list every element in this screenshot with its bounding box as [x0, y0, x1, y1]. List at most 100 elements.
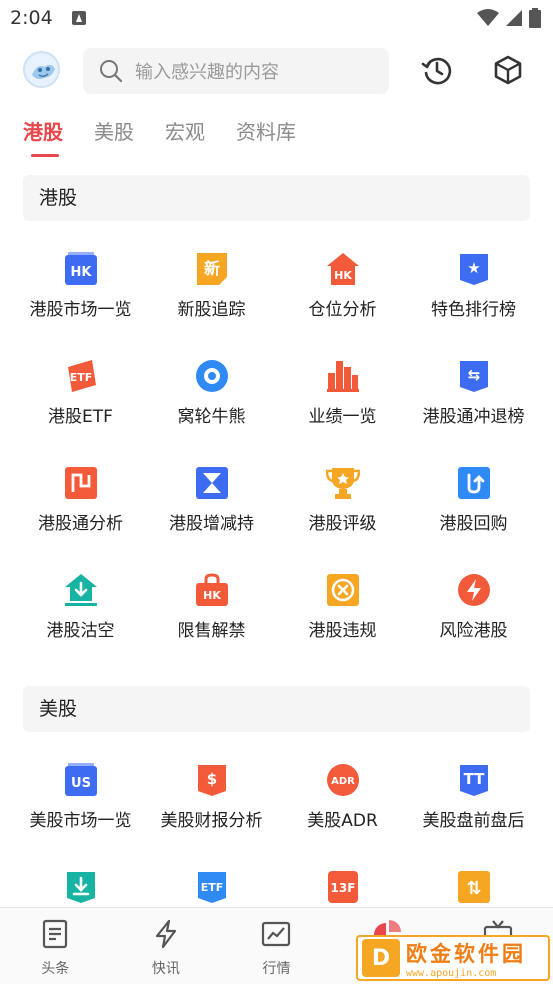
hk-tool-item[interactable]: 港股通分析: [15, 464, 146, 571]
star-ribbon-icon: ★: [457, 252, 491, 286]
hk-tool-label: 特色排行榜: [431, 300, 516, 320]
watermark-name: 欧金软件园: [406, 941, 526, 966]
search-bar[interactable]: 输入感兴趣的内容: [83, 48, 389, 94]
wifi-icon: [477, 9, 499, 26]
hk-tool-label: 港股ETF: [48, 407, 113, 427]
tab-hk[interactable]: 港股: [23, 116, 63, 157]
hk-tool-label: 窝轮牛熊: [177, 407, 246, 427]
nav-label: 快讯: [151, 961, 180, 977]
hk-tool-item[interactable]: ⇆ 港股通冲退榜: [408, 357, 539, 464]
nav-item[interactable]: 行情: [221, 908, 332, 984]
hk-tool-item[interactable]: ★ 特色排行榜: [408, 250, 539, 357]
svg-text:ETF: ETF: [69, 371, 92, 384]
hk-tool-item[interactable]: 港股违规: [277, 571, 408, 678]
clock-history-icon: [421, 57, 452, 85]
hk-tool-label: 仓位分析: [308, 300, 377, 320]
svg-text:ADR: ADR: [331, 776, 355, 787]
us-tool-item[interactable]: ADR 美股ADR: [277, 761, 408, 868]
hk-tool-item[interactable]: 业绩一览: [277, 357, 408, 464]
refresh-square-icon: [457, 466, 491, 500]
svg-text:13F: 13F: [330, 881, 355, 895]
hk-house-icon: HK: [326, 252, 360, 286]
nav-label: 行情: [262, 961, 291, 977]
watermark-logo: D: [362, 939, 400, 977]
hk-tool-label: 风险港股: [439, 621, 508, 641]
ring-icon: [195, 359, 229, 393]
exchange-ribbon-icon: ⇆: [457, 359, 491, 393]
etf-ribbon-icon: ETF: [195, 870, 229, 904]
watermark: D 欧金软件园 www.apoujin.com: [356, 935, 550, 981]
hk-tool-item[interactable]: 新新股追踪: [146, 250, 277, 357]
us-square-icon: US: [64, 763, 98, 797]
hk-tool-label: 港股沽空: [46, 621, 115, 641]
cube-icon: [494, 55, 522, 85]
svg-text:⇆: ⇆: [467, 366, 480, 384]
section-title-us: 美股: [23, 686, 530, 732]
hk-tool-label: 港股评级: [308, 514, 377, 534]
nav-item[interactable]: 快讯: [111, 908, 222, 984]
hk-tool-label: 港股通分析: [38, 514, 123, 534]
svg-text:HK: HK: [334, 269, 352, 282]
us-tool-item[interactable]: $ 美股财报分析: [146, 761, 277, 868]
us-tool-label: 美股盘前盘后: [422, 811, 525, 831]
nav-label: 头条: [41, 961, 70, 977]
hk-tool-item[interactable]: HK 港股市场一览: [15, 250, 146, 357]
hk-tool-item[interactable]: ETF 港股ETF: [15, 357, 146, 464]
svg-text:$: $: [206, 770, 216, 788]
hk-tool-item[interactable]: 港股评级: [277, 464, 408, 571]
tt-ribbon-icon: TT: [457, 763, 491, 797]
hk-tool-item[interactable]: 港股增减持: [146, 464, 277, 571]
header: 输入感兴趣的内容: [0, 40, 553, 102]
battery-icon: [529, 8, 541, 28]
status-bar: 2:04: [0, 0, 553, 38]
us-tool-label: 美股市场一览: [29, 811, 132, 831]
hk-tool-item[interactable]: 窝轮牛熊: [146, 357, 277, 464]
tab-macro[interactable]: 宏观: [165, 116, 205, 157]
search-input[interactable]: 输入感兴趣的内容: [135, 58, 279, 84]
hk-tool-label: 港股回购: [439, 514, 508, 534]
etf-icon: ETF: [64, 359, 98, 393]
svg-text:US: US: [71, 776, 91, 791]
x-circle-square-icon: [326, 573, 360, 607]
history-button[interactable]: [419, 52, 455, 88]
nav-item[interactable]: 头条: [0, 908, 111, 984]
dollar-ribbon-icon: $: [195, 763, 229, 797]
svg-text:★: ★: [467, 259, 480, 277]
hk-tool-item[interactable]: 港股沽空: [15, 571, 146, 678]
avatar[interactable]: [23, 51, 60, 88]
hourglass-icon: [195, 466, 229, 500]
trend-chart-icon: [261, 919, 291, 953]
us-tool-label: 美股ADR: [307, 811, 378, 831]
download-ribbon-icon: [64, 870, 98, 904]
new-stock-icon: 新: [195, 252, 229, 286]
us-tool-label: 美股财报分析: [160, 811, 263, 831]
svg-text:⇅: ⇅: [466, 878, 481, 899]
us-tool-item[interactable]: US 美股市场一览: [15, 761, 146, 868]
hk-tool-item[interactable]: 港股回购: [408, 464, 539, 571]
tab-database[interactable]: 资料库: [236, 116, 296, 157]
section-title-hk: 港股: [23, 175, 530, 221]
hk-tool-label: 港股通冲退榜: [422, 407, 525, 427]
hk-tool-label: 限售解禁: [177, 621, 246, 641]
hk-tool-item[interactable]: HK 仓位分析: [277, 250, 408, 357]
hk-tool-label: 新股追踪: [177, 300, 246, 320]
category-tabs: 港股 美股 宏观 资料库: [23, 116, 296, 157]
cube-button[interactable]: [490, 52, 526, 88]
svg-text:新: 新: [203, 259, 219, 278]
hk-tool-item[interactable]: HK 限售解禁: [146, 571, 277, 678]
document-icon: [40, 919, 70, 953]
svg-text:HK: HK: [203, 589, 221, 602]
trophy-icon: [325, 466, 360, 500]
svg-text:HK: HK: [70, 265, 92, 280]
watermark-url: www.apoujin.com: [406, 967, 497, 979]
tab-us[interactable]: 美股: [94, 116, 134, 157]
hk-tools-grid: HK 港股市场一览新新股追踪 HK 仓位分析 ★ 特色排行榜 ETF 港股ETF 窝轮牛熊 业绩一…: [15, 250, 538, 678]
13f-icon: 13F: [326, 870, 360, 904]
hk-tool-label: 业绩一览: [308, 407, 377, 427]
hk-tool-item[interactable]: 风险港股: [408, 571, 539, 678]
bracket-square-icon: [64, 466, 98, 500]
search-icon: [100, 60, 123, 83]
status-time: 2:04: [10, 7, 53, 29]
us-tool-item[interactable]: TT 美股盘前盘后: [408, 761, 539, 868]
hk-square-icon: HK: [64, 252, 98, 286]
